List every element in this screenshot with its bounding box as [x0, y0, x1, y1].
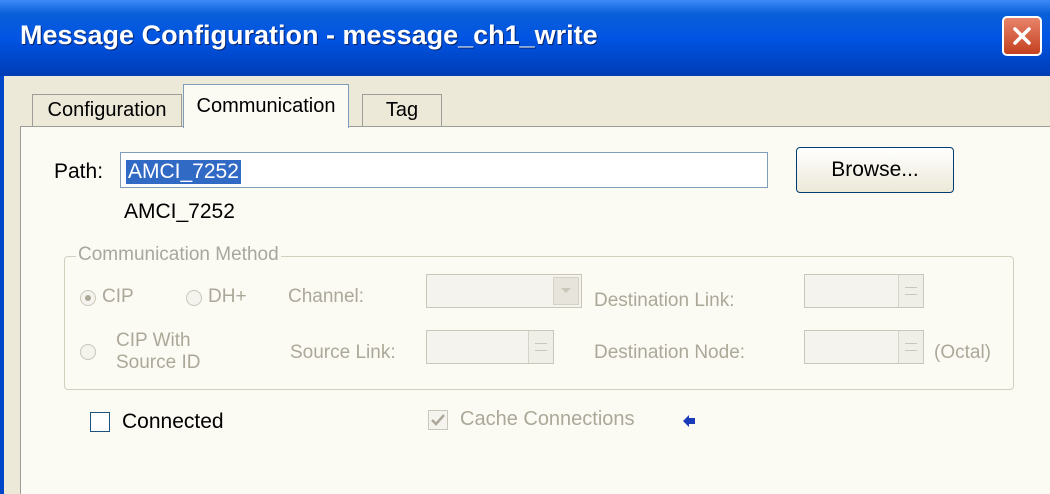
chevron-down-icon [561, 288, 571, 293]
dh-plus-radio[interactable] [186, 290, 202, 306]
communication-method-title: Communication Method [76, 244, 281, 266]
destination-node-label: Destination Node: [594, 342, 746, 363]
cip-with-source-id-radio[interactable] [80, 344, 96, 360]
check-icon [431, 414, 445, 426]
path-input-value: AMCI_7252 [126, 160, 241, 184]
spinner-buttons[interactable] [528, 331, 553, 363]
spinner-buttons[interactable] [898, 331, 923, 363]
channel-dropdown[interactable] [426, 274, 582, 308]
browse-button[interactable]: Browse... [796, 147, 954, 193]
dropdown-arrow-button[interactable] [553, 277, 579, 305]
path-label: Path: [54, 160, 104, 183]
dh-plus-label: DH+ [208, 286, 247, 307]
window-left-border [0, 76, 4, 494]
resolved-path-text: AMCI_7252 [124, 200, 235, 223]
close-icon [1013, 27, 1031, 45]
source-link-label: Source Link: [290, 342, 396, 363]
tab-configuration[interactable]: Configuration [32, 94, 182, 126]
cip-with-source-id-line1: CIP With [116, 330, 191, 351]
cache-connections-checkbox[interactable] [428, 410, 448, 430]
connected-label: Connected [122, 410, 224, 433]
close-button[interactable] [1002, 16, 1042, 56]
octal-label: (Octal) [934, 342, 991, 363]
cache-connections-label: Cache Connections [460, 408, 635, 430]
connected-checkbox[interactable] [90, 412, 110, 432]
cip-label: CIP [102, 286, 134, 307]
tab-communication[interactable]: Communication [183, 84, 349, 128]
spinner-buttons[interactable] [898, 275, 923, 307]
channel-label: Channel: [288, 286, 365, 307]
window-title: Message Configuration - message_ch1_writ… [20, 20, 598, 50]
title-bar[interactable]: Message Configuration - message_ch1_writ… [0, 0, 1050, 76]
destination-link-label: Destination Link: [594, 290, 735, 311]
source-link-spinner[interactable] [426, 330, 554, 364]
cip-with-source-id-label: CIP With Source ID [116, 330, 200, 374]
tab-tag[interactable]: Tag [362, 94, 442, 126]
destination-node-spinner[interactable] [804, 330, 924, 364]
cip-with-source-id-line2: Source ID [116, 352, 201, 373]
arrow-left-icon [682, 414, 696, 433]
cip-radio[interactable] [80, 290, 96, 306]
destination-link-spinner[interactable] [804, 274, 924, 308]
